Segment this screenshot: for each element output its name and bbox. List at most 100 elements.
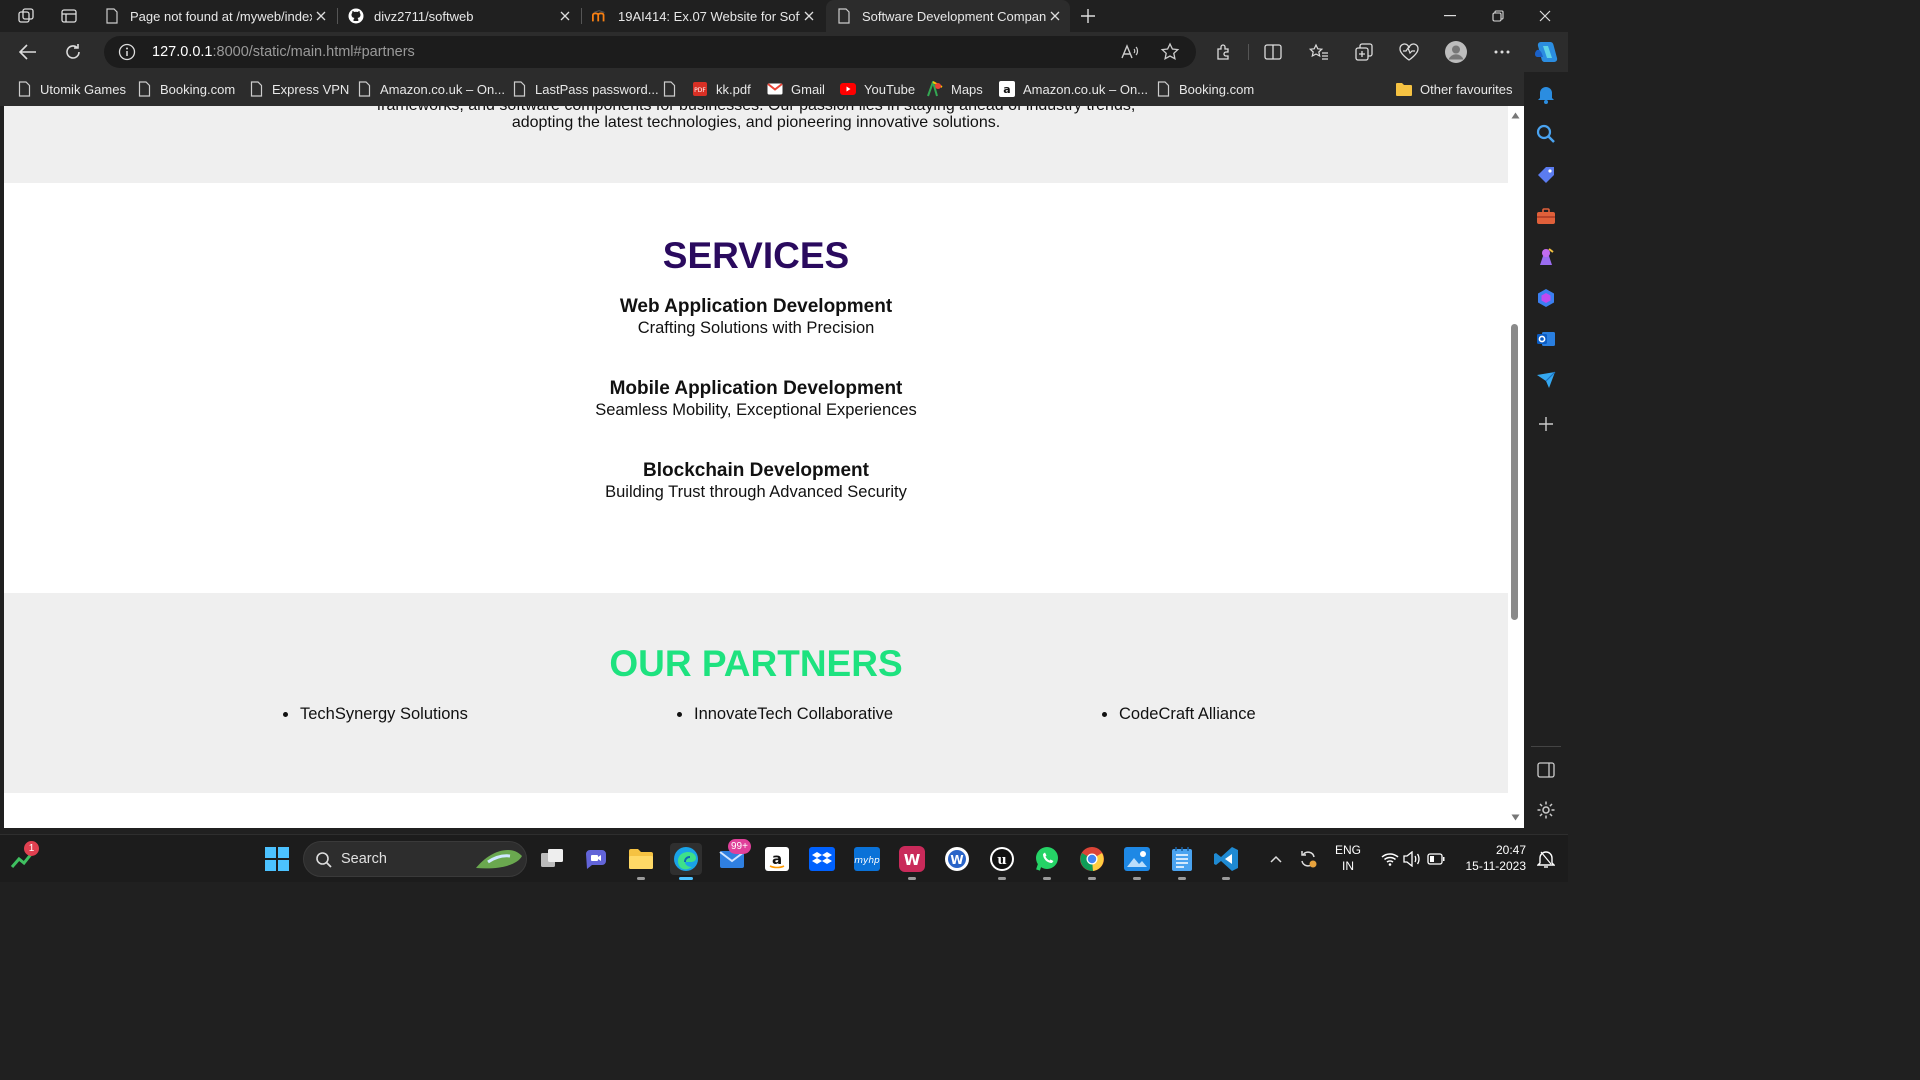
other-favourites-folder[interactable]: Other favourites: [1396, 79, 1513, 99]
split-screen-icon[interactable]: [1257, 36, 1289, 68]
myhp-icon[interactable]: myhp: [851, 843, 883, 875]
unreal-engine-icon[interactable]: u: [986, 843, 1018, 880]
partner-name: TechSynergy Solutions: [300, 705, 468, 723]
fav-label: Other favourites: [1420, 81, 1513, 97]
favourites-icon[interactable]: [1303, 36, 1335, 68]
service-item: Mobile Application Development Seamless …: [4, 378, 1508, 420]
copilot-icon[interactable]: [1530, 36, 1562, 68]
stocks-widget-icon[interactable]: 1: [8, 841, 40, 875]
workspaces-icon[interactable]: [12, 4, 40, 28]
address-bar[interactable]: 127.0.0.1:8000/static/main.html#partners: [104, 36, 1196, 68]
notepad-icon[interactable]: [1166, 843, 1198, 880]
shopping-tag-icon[interactable]: [1534, 163, 1558, 187]
mail-icon[interactable]: 99+: [716, 839, 751, 875]
fav-maps[interactable]: Maps: [927, 79, 983, 99]
dropbox-icon[interactable]: [806, 843, 838, 875]
vscode-icon[interactable]: [1210, 843, 1242, 880]
task-view-icon[interactable]: [536, 843, 568, 875]
fav-express-vpn[interactable]: Express VPN: [248, 79, 349, 99]
tab-1[interactable]: divz2711/softweb: [338, 0, 580, 32]
scrollbar-thumb[interactable]: [1511, 324, 1518, 620]
close-icon[interactable]: [312, 7, 330, 25]
photos-icon[interactable]: [1121, 843, 1153, 880]
amazon-app-icon[interactable]: a: [761, 843, 793, 875]
url-host: 127.0.0.1: [152, 44, 213, 60]
close-icon[interactable]: [556, 7, 574, 25]
language-indicator[interactable]: ENG IN: [1331, 842, 1365, 874]
page-scrollbar[interactable]: [1508, 106, 1524, 828]
window-close-button[interactable]: [1521, 0, 1569, 32]
fav-kk-pdf[interactable]: PDF kk.pdf: [692, 79, 751, 99]
hide-sidebar-icon[interactable]: [1534, 758, 1558, 782]
wps-office-icon[interactable]: W: [896, 843, 928, 880]
outlook-icon[interactable]: [1534, 327, 1558, 351]
tab-3-active[interactable]: Software Development Company: [826, 0, 1070, 32]
fav-label: Maps: [951, 81, 983, 97]
partner-item: CodeCraft Alliance: [1102, 705, 1256, 724]
fav-amazon-2[interactable]: a Amazon.co.uk – On...: [999, 79, 1148, 99]
close-icon[interactable]: [1046, 7, 1064, 25]
search-icon: [316, 852, 332, 868]
fav-lastpass[interactable]: LastPass password...: [511, 79, 659, 99]
extensions-icon[interactable]: [1208, 36, 1240, 68]
games-icon[interactable]: [1534, 245, 1558, 269]
clock[interactable]: 20:47 15-11-2023: [1452, 842, 1527, 874]
tab-title: divz2711/softweb: [374, 8, 474, 24]
page-icon: [136, 81, 152, 97]
profile-avatar-icon[interactable]: [1440, 36, 1472, 68]
fav-label: Booking.com: [160, 81, 236, 97]
whatsapp-icon[interactable]: [1031, 843, 1063, 880]
windows-start-icon[interactable]: [261, 843, 293, 875]
browser-essentials-icon[interactable]: [1393, 36, 1425, 68]
add-sidebar-app-icon[interactable]: [1534, 412, 1558, 436]
bell-icon[interactable]: [1534, 82, 1558, 106]
edge-taskbar-icon[interactable]: [670, 843, 702, 880]
drop-icon[interactable]: [1534, 368, 1558, 392]
notification-center-icon[interactable]: [1530, 843, 1562, 875]
page-icon: [16, 81, 32, 97]
fav-booking[interactable]: Booking.com: [136, 79, 235, 99]
tools-icon[interactable]: [1534, 204, 1558, 228]
restore-button[interactable]: [1474, 0, 1522, 32]
partner-item: TechSynergy Solutions: [283, 705, 468, 724]
close-icon[interactable]: [800, 7, 818, 25]
fav-booking-2[interactable]: Booking.com: [1155, 79, 1254, 99]
fav-amazon-1[interactable]: Amazon.co.uk – On...: [356, 79, 505, 99]
file-explorer-icon[interactable]: [625, 843, 657, 880]
chrome-icon[interactable]: [1076, 843, 1108, 880]
favourite-star-icon[interactable]: [1160, 42, 1180, 62]
svg-text:W: W: [904, 851, 921, 869]
mail-badge: 99+: [728, 839, 751, 854]
tab-2[interactable]: 19AI414: Ex.07 Website for Softw: [582, 0, 824, 32]
fav-gmail[interactable]: Gmail: [767, 79, 825, 99]
minimize-button[interactable]: [1426, 0, 1474, 32]
collections-icon[interactable]: [1348, 36, 1380, 68]
battery-icon[interactable]: [1420, 843, 1452, 875]
site-info-icon[interactable]: [118, 43, 136, 61]
teams-chat-icon[interactable]: [580, 843, 612, 875]
fav-utomik-games[interactable]: Utomik Games: [16, 79, 126, 99]
svg-text:myhp: myhp: [854, 856, 880, 866]
tab-actions-icon[interactable]: [55, 4, 83, 28]
scroll-down-icon[interactable]: [1511, 814, 1520, 821]
fav-label: Amazon.co.uk – On...: [380, 81, 506, 97]
new-tab-button[interactable]: [1074, 4, 1102, 28]
show-hidden-icons-chevron[interactable]: [1260, 843, 1292, 875]
edge-sidebar: [1524, 72, 1568, 828]
tab-0[interactable]: Page not found at /myweb/index: [94, 0, 336, 32]
taskbar-search-box[interactable]: Search: [303, 841, 527, 877]
fav-youtube[interactable]: YouTube: [840, 79, 915, 99]
url-text[interactable]: 127.0.0.1:8000/static/main.html#partners: [152, 44, 415, 60]
back-button[interactable]: [12, 36, 44, 68]
refresh-button[interactable]: [57, 36, 89, 68]
more-options-icon[interactable]: [1486, 36, 1518, 68]
sync-tray-icon[interactable]: [1292, 843, 1324, 875]
search-icon[interactable]: [1534, 122, 1558, 146]
word-icon[interactable]: W: [941, 843, 973, 875]
fav-untitled[interactable]: [661, 79, 685, 99]
microsoft-365-icon[interactable]: [1534, 286, 1558, 310]
read-aloud-icon[interactable]: [1120, 43, 1140, 61]
service-item: Blockchain Development Building Trust th…: [4, 460, 1508, 502]
sidebar-settings-icon[interactable]: [1534, 798, 1558, 822]
scroll-up-icon[interactable]: [1511, 112, 1520, 119]
